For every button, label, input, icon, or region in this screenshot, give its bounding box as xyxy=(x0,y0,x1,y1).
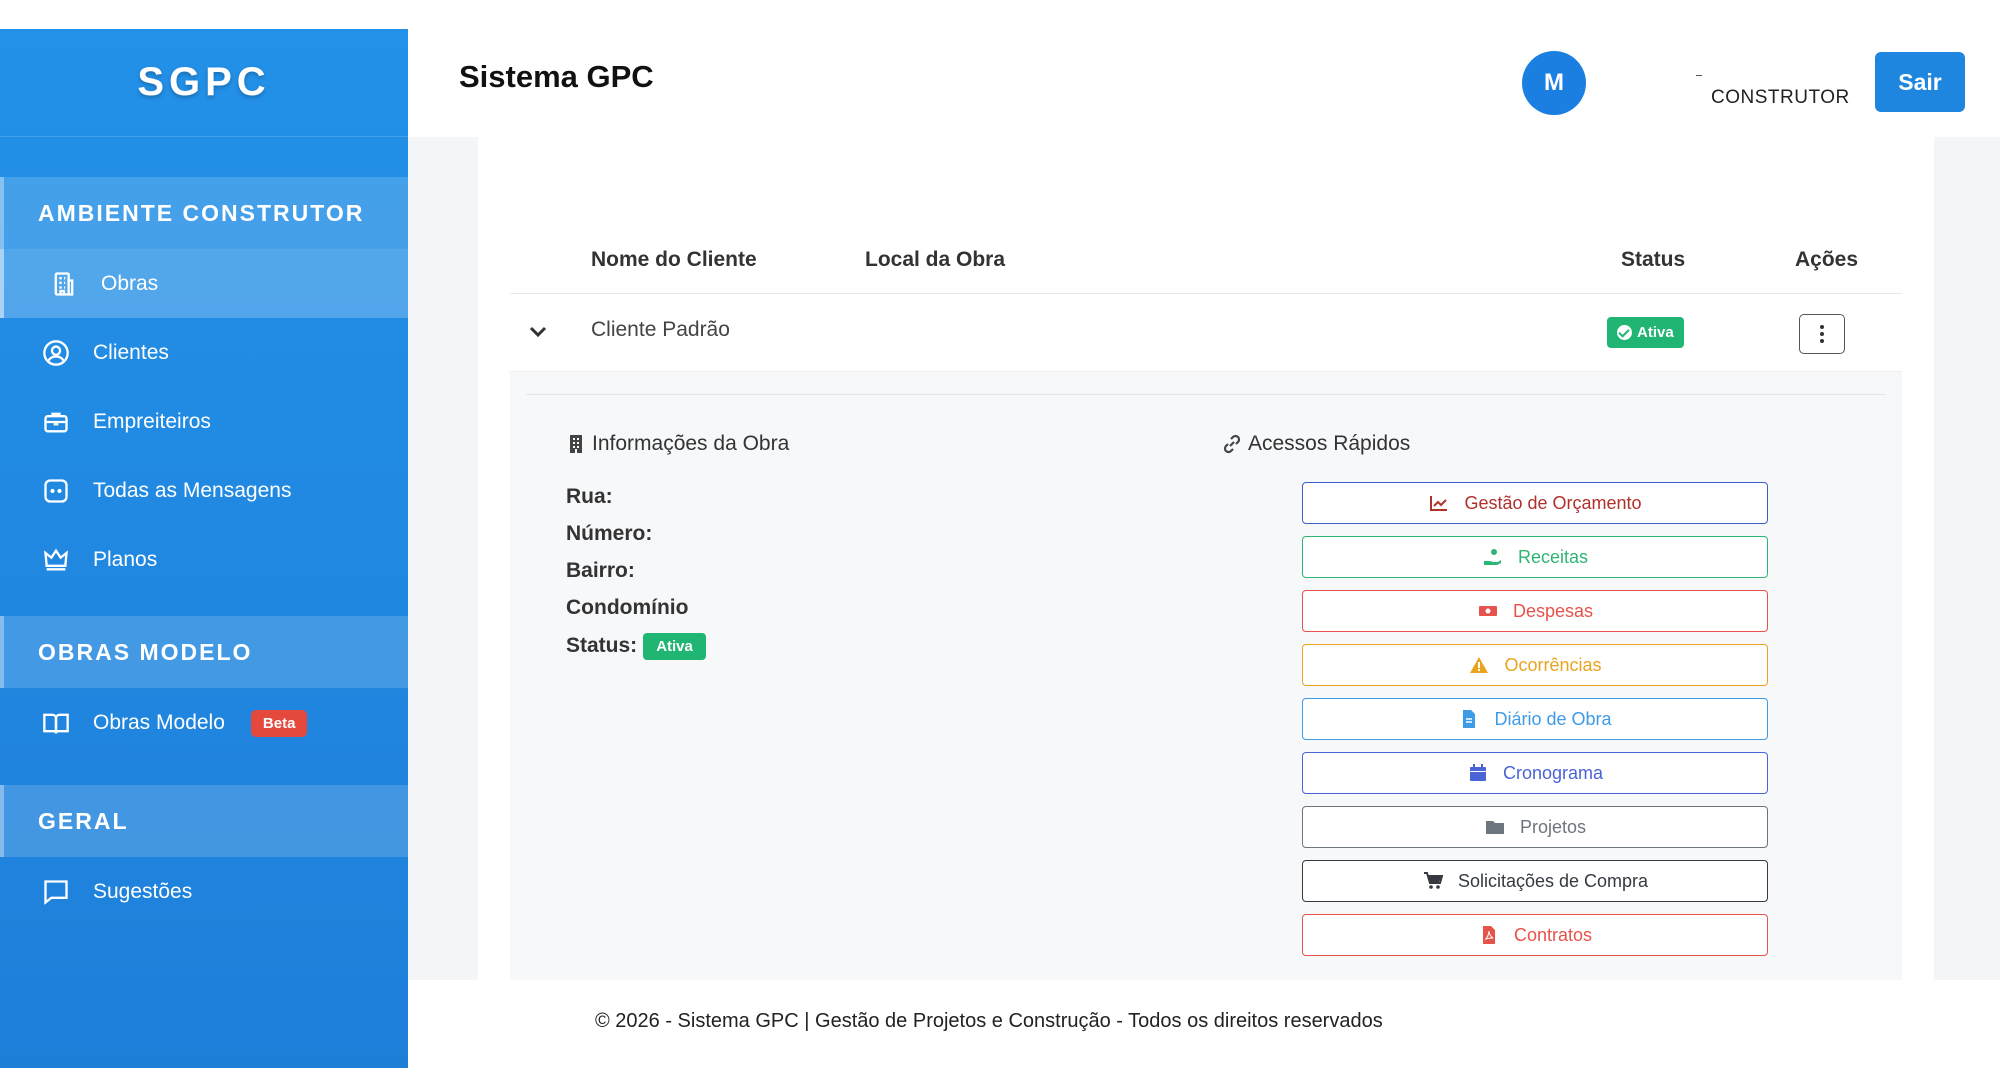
budget-management-button[interactable]: Gestão de Orçamento xyxy=(1302,482,1768,524)
section-obras-modelo: OBRAS MODELO xyxy=(0,616,408,688)
link-icon xyxy=(1223,434,1241,454)
occurrences-button[interactable]: Ocorrências xyxy=(1302,644,1768,686)
column-header-location[interactable]: Local da Obra xyxy=(865,248,1005,272)
contracts-label: Contratos xyxy=(1513,924,1593,945)
warning-icon xyxy=(1468,654,1490,676)
top-header: Sistema GPC M CONSTRUTOR Sair xyxy=(408,29,2000,137)
status-badge: Ativa xyxy=(1607,317,1684,348)
sidebar-item-label: Sugestões xyxy=(93,880,193,903)
status-badge: Ativa xyxy=(643,633,706,660)
folder-icon xyxy=(1484,816,1506,838)
purchase-requests-button[interactable]: Solicitações de Compra xyxy=(1302,860,1768,902)
message-dots-icon xyxy=(40,475,72,507)
username-placeholder xyxy=(1696,75,1702,76)
brand-logo[interactable]: SGPC xyxy=(0,29,408,137)
projects-label: Projetos xyxy=(1519,816,1587,837)
projects-button[interactable]: Projetos xyxy=(1302,806,1768,848)
field-numero: Número: xyxy=(566,522,652,546)
field-label: Bairro: xyxy=(566,559,635,582)
building-icon xyxy=(48,268,80,300)
user-role: CONSTRUTOR xyxy=(1711,87,1850,108)
sidebar-item-clientes[interactable]: Clientes xyxy=(0,318,408,387)
sidebar-item-empreiteiros[interactable]: Empreiteiros xyxy=(0,387,408,456)
cart-icon xyxy=(1422,870,1444,892)
schedule-button[interactable]: Cronograma xyxy=(1302,752,1768,794)
hand-money-icon xyxy=(1482,546,1504,568)
check-circle-icon xyxy=(1617,325,1632,340)
column-header-actions: Ações xyxy=(1795,248,1859,271)
revenue-button[interactable]: Receitas xyxy=(1302,536,1768,578)
briefcase-icon xyxy=(40,406,72,438)
sidebar-item-label: Clientes xyxy=(93,340,169,364)
sidebar-item-obras-modelo[interactable]: Obras Modelo Beta xyxy=(0,688,408,758)
footer: © 2026 - Sistema GPC | Gestão de Projeto… xyxy=(408,980,2000,1068)
brand-text: SGPC xyxy=(137,60,271,104)
column-header-client[interactable]: Nome do Cliente xyxy=(591,248,757,272)
beta-badge: Beta xyxy=(250,709,308,737)
building-icon xyxy=(570,435,582,453)
work-diary-label: Diário de Obra xyxy=(1494,708,1612,729)
section-geral: GERAL xyxy=(0,785,408,857)
comment-icon xyxy=(40,876,72,908)
logout-button[interactable]: Sair xyxy=(1875,52,1965,112)
table-header: Nome do Cliente Local da Obra Status Açõ… xyxy=(510,230,1902,294)
crown-icon xyxy=(40,544,72,576)
field-bairro: Bairro: xyxy=(566,559,635,583)
field-status: Status: Ativa xyxy=(566,633,706,660)
budget-management-label: Gestão de Orçamento xyxy=(1464,492,1642,513)
sidebar-item-label: Obras xyxy=(101,271,159,295)
field-condominio: Condomínio xyxy=(566,596,688,620)
book-icon xyxy=(40,707,72,739)
cell-client-name: Cliente Padrão xyxy=(591,318,730,341)
quick-access-title-text: Acessos Rápidos xyxy=(1248,432,1411,455)
info-section-title-text: Informações da Obra xyxy=(592,432,790,455)
schedule-label: Cronograma xyxy=(1502,762,1604,783)
sidebar-item-label: Empreiteiros xyxy=(93,409,211,433)
section-ambiente-construtor: AMBIENTE CONSTRUTOR xyxy=(0,177,408,249)
contracts-button[interactable]: Contratos xyxy=(1302,914,1768,956)
sidebar-item-mensagens[interactable]: Todas as Mensagens xyxy=(0,456,408,525)
status-badge-label: Ativa xyxy=(1637,324,1674,341)
row-actions-menu-button[interactable] xyxy=(1799,314,1845,354)
info-section-title: Informações da Obra xyxy=(566,432,789,456)
avatar[interactable]: M xyxy=(1522,51,1586,115)
sidebar: SGPC AMBIENTE CONSTRUTOR Obras Clientes … xyxy=(0,29,408,1068)
divider xyxy=(526,394,1886,395)
footer-copyright: © 2026 - Sistema GPC | Gestão de Projeto… xyxy=(595,1010,1383,1032)
sidebar-item-label: Planos xyxy=(93,547,158,571)
pdf-file-icon xyxy=(1478,924,1500,946)
column-header-status[interactable]: Status xyxy=(1621,248,1685,272)
expenses-label: Despesas xyxy=(1512,600,1594,621)
work-diary-button[interactable]: Diário de Obra xyxy=(1302,698,1768,740)
field-label: Status: xyxy=(566,634,638,658)
sidebar-item-planos[interactable]: Planos xyxy=(0,525,408,594)
field-label: Condomínio xyxy=(566,596,689,619)
sidebar-item-obras[interactable]: Obras xyxy=(0,249,408,318)
sidebar-item-label: Obras Modelo xyxy=(93,711,225,734)
field-label: Número: xyxy=(566,522,653,545)
purchase-requests-label: Solicitações de Compra xyxy=(1457,870,1649,891)
occurrences-label: Ocorrências xyxy=(1504,654,1602,675)
revenue-label: Receitas xyxy=(1517,546,1589,567)
sidebar-item-label: Todas as Mensagens xyxy=(93,478,292,502)
quick-access-title: Acessos Rápidos xyxy=(1222,432,1410,456)
user-circle-icon xyxy=(40,337,72,369)
money-bill-icon xyxy=(1477,600,1499,622)
field-label: Rua: xyxy=(566,485,613,508)
table-row[interactable]: Cliente Padrão Ativa xyxy=(510,294,1902,372)
field-rua: Rua: xyxy=(566,485,613,509)
sidebar-item-sugestoes[interactable]: Sugestões xyxy=(0,857,408,927)
chart-line-icon xyxy=(1428,492,1450,514)
file-icon xyxy=(1458,708,1480,730)
obra-details-panel: Informações da Obra Rua: Número: Bairro:… xyxy=(510,372,1902,980)
calendar-icon xyxy=(1467,762,1489,784)
chevron-down-icon[interactable] xyxy=(526,320,550,344)
expenses-button[interactable]: Despesas xyxy=(1302,590,1768,632)
page-title: Sistema GPC xyxy=(459,59,654,94)
